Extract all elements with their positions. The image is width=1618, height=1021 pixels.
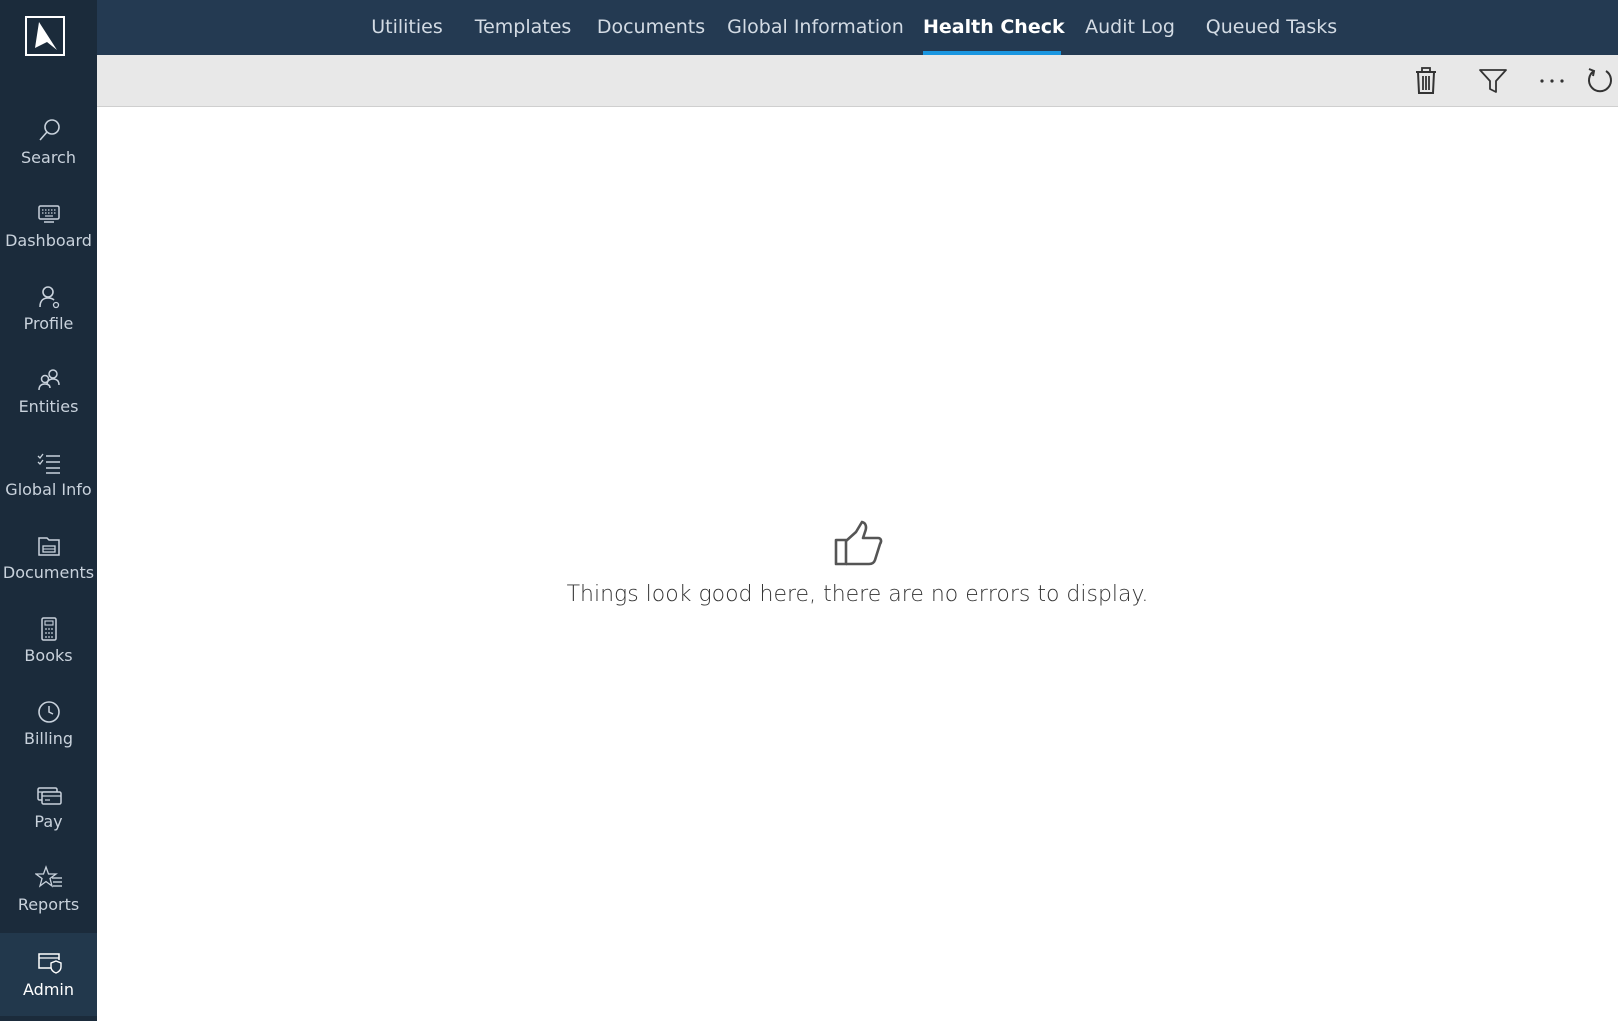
more-icon <box>1540 79 1564 83</box>
sidebar-item-label: Search <box>21 148 76 167</box>
sidebar-item-label: Profile <box>23 314 74 333</box>
search-icon <box>38 119 60 141</box>
tab-documents[interactable]: Documents <box>590 0 712 55</box>
sidebar-item-label: Pay <box>34 812 63 831</box>
empty-state-message: Things look good here, there are no erro… <box>566 582 1149 607</box>
logo-icon[interactable] <box>25 16 65 56</box>
sidebar-item-label: Dashboard <box>5 231 92 250</box>
tab-queued-tasks[interactable]: Queued Tasks <box>1195 0 1348 55</box>
sidebar-item-label: Entities <box>18 397 79 416</box>
empty-state: Things look good here, there are no erro… <box>97 520 1618 607</box>
filter-icon <box>1479 69 1507 93</box>
calculator-icon <box>40 617 57 641</box>
sidebar-item-dashboard[interactable]: Dashboard <box>0 184 97 267</box>
sidebar-item-books[interactable]: Books <box>0 599 97 682</box>
users-icon <box>37 369 60 391</box>
clock-icon <box>37 701 60 723</box>
sidebar-item-search[interactable]: Search <box>0 101 97 184</box>
sidebar-item-label: Billing <box>23 729 74 748</box>
refresh-button[interactable] <box>1582 63 1618 99</box>
admin-shield-icon <box>37 953 62 974</box>
toolbar <box>97 55 1618 107</box>
sidebar-item-label: Reports <box>17 895 80 914</box>
delete-button[interactable] <box>1408 63 1444 99</box>
tab-audit-log[interactable]: Audit Log <box>1075 0 1185 55</box>
sidebar-item-label: Admin <box>23 980 74 999</box>
sidebar-item-label: Books <box>24 646 73 665</box>
tab-templates[interactable]: Templates <box>464 0 582 55</box>
sidebar-item-documents[interactable]: Documents <box>0 516 97 599</box>
star-list-icon <box>34 865 62 888</box>
sidebar-item-label: Documents <box>2 563 95 582</box>
payment-card-icon <box>36 787 62 805</box>
tab-utilities[interactable]: Utilities <box>356 0 458 55</box>
sidebar-item-profile[interactable]: Profile <box>0 267 97 350</box>
health-check-panel: Things look good here, there are no erro… <box>97 107 1618 1021</box>
tab-health-check[interactable]: Health Check <box>923 0 1065 55</box>
thumbs-up-icon <box>834 520 882 566</box>
sidebar-item-entities[interactable]: Entities <box>0 350 97 433</box>
sidebar-item-billing[interactable]: Billing <box>0 682 97 765</box>
sidebar-item-reports[interactable]: Reports <box>0 848 97 931</box>
user-icon <box>38 286 59 309</box>
tab-global-information[interactable]: Global Information <box>722 0 909 55</box>
app-window: Search Dashboard Profile Entities Global… <box>0 0 1618 1021</box>
sidebar: Search Dashboard Profile Entities Global… <box>0 0 97 1021</box>
sidebar-item-pay[interactable]: Pay <box>0 765 97 848</box>
refresh-icon <box>1588 68 1612 93</box>
sidebar-item-admin[interactable]: Admin <box>0 933 97 1016</box>
keyboard-icon <box>37 205 60 223</box>
checklist-icon <box>37 453 60 474</box>
more-options-button[interactable] <box>1534 63 1570 99</box>
filter-button[interactable] <box>1475 63 1511 99</box>
sidebar-item-global-info[interactable]: Global Info <box>0 433 97 516</box>
document-drawer-icon <box>37 537 60 556</box>
sidebar-item-label: Global Info <box>5 480 92 499</box>
top-navigation: Utilities Templates Documents Global Inf… <box>97 0 1618 55</box>
trash-icon <box>1416 67 1436 94</box>
